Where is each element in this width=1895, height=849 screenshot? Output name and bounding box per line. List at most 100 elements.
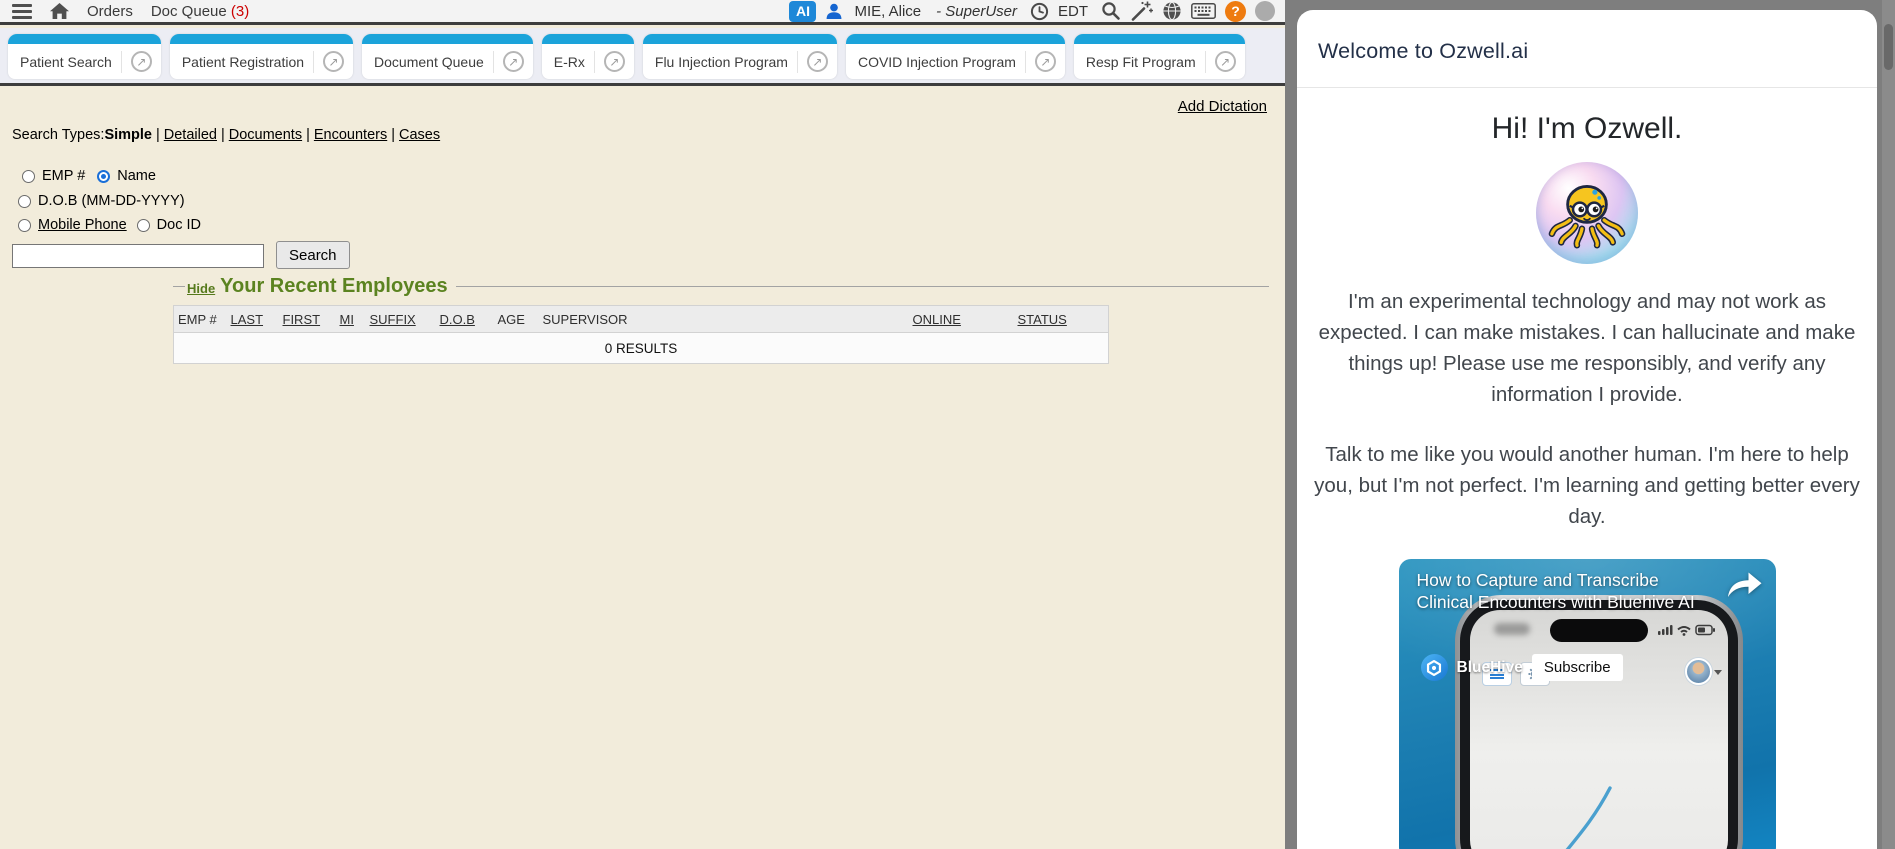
search-type-detailed[interactable]: Detailed (164, 127, 217, 143)
legend-line (173, 286, 185, 287)
radio-row-3: Mobile Phone Doc ID (18, 217, 201, 233)
keyboard-icon[interactable] (1191, 3, 1216, 19)
tab-label: E-Rx (554, 54, 585, 70)
search-icon[interactable] (1101, 1, 1121, 21)
globe-icon[interactable] (1162, 1, 1182, 21)
tab-label: Resp Fit Program (1086, 54, 1196, 70)
radio-label-dob: D.O.B (MM-DD-YYYY) (38, 193, 185, 209)
empty-results-row: 0 RESULTS (174, 333, 1109, 364)
search-type-documents[interactable]: Documents (229, 127, 302, 143)
help-icon[interactable]: ? (1225, 1, 1246, 22)
scrollbar-thumb[interactable] (1884, 24, 1893, 70)
empty-results-text: 0 RESULTS (174, 333, 1109, 364)
user-icon[interactable] (825, 3, 843, 20)
tab-accent-bar (542, 34, 634, 44)
search-input[interactable] (12, 244, 264, 268)
radio-emp-number[interactable] (22, 170, 35, 183)
search-type-encounters[interactable]: Encounters (314, 127, 387, 143)
column-dob[interactable]: D.O.B (436, 306, 494, 333)
tab-document-queue[interactable]: Document Queue↗ (362, 34, 533, 79)
tab-accent-bar (846, 34, 1065, 44)
tab-covid-injection-program[interactable]: COVID Injection Program↗ (846, 34, 1065, 79)
assistant-intro-paragraph: Talk to me like you would another human.… (1313, 439, 1861, 532)
radio-dob[interactable] (18, 195, 31, 208)
connection-status-icon[interactable] (1255, 1, 1275, 21)
ozwell-panel: Welcome to Ozwell.ai Hi! I'm Ozwell. (1297, 10, 1877, 849)
open-in-new-window-icon[interactable]: ↗ (604, 51, 625, 72)
add-dictation-link[interactable]: Add Dictation (1178, 98, 1267, 115)
bluehive-logo-icon[interactable] (1421, 654, 1448, 681)
radio-label-mobile-phone[interactable]: Mobile Phone (38, 217, 127, 233)
tab-patient-search[interactable]: Patient Search↗ (8, 34, 161, 79)
hamburger-menu-icon[interactable] (12, 4, 32, 19)
open-in-new-window-icon[interactable]: ↗ (323, 51, 344, 72)
open-in-new-window-icon[interactable]: ↗ (503, 51, 524, 72)
tab-divider (1205, 51, 1206, 73)
channel-name[interactable]: BlueHive (1457, 659, 1523, 677)
column-last[interactable]: LAST (227, 306, 279, 333)
subscribe-button[interactable]: Subscribe (1532, 654, 1623, 681)
clock-icon[interactable] (1030, 2, 1049, 21)
topbar-link-doc-queue[interactable]: Doc Queue (3) (151, 3, 249, 20)
tab-accent-bar (8, 34, 161, 44)
column-supervisor: SUPERVISOR (539, 306, 909, 333)
topbar: Orders Doc Queue (3) AI MIE, Alice - Sup… (0, 0, 1285, 25)
user-role: - SuperUser (936, 3, 1017, 20)
phone-status-icons (1658, 623, 1716, 636)
open-in-new-window-icon[interactable]: ↗ (1215, 51, 1236, 72)
tab-flu-injection-program[interactable]: Flu Injection Program↗ (643, 34, 837, 79)
panel-scrollbar[interactable] (1882, 0, 1895, 849)
recent-employees-table: EMP # LAST FIRST MI SUFFIX D.O.B AGE SUP… (173, 305, 1109, 364)
open-in-new-window-icon[interactable]: ↗ (807, 51, 828, 72)
tab-accent-bar (1074, 34, 1245, 44)
topbar-link-orders[interactable]: Orders (87, 3, 133, 20)
tab-resp-fit-program[interactable]: Resp Fit Program ↗ (1074, 34, 1245, 79)
search-types-row: Search Types:Simple|Detailed|Documents|E… (12, 127, 440, 143)
column-emp-number: EMP # (174, 306, 227, 333)
tab-divider (493, 51, 494, 73)
phone-time-blur (1494, 623, 1530, 635)
ehr-app: Orders Doc Queue (3) AI MIE, Alice - Sup… (0, 0, 1285, 849)
radio-name[interactable] (97, 170, 110, 183)
tab-divider (797, 51, 798, 73)
video-title: How to Capture and Transcribe Clinical E… (1417, 570, 1719, 613)
column-online[interactable]: ONLINE (909, 306, 1014, 333)
search-type-cases[interactable]: Cases (399, 127, 440, 143)
separator: | (302, 127, 314, 143)
tab-divider (594, 51, 595, 73)
tab-divider (121, 51, 122, 73)
doc-queue-label: Doc Queue (151, 3, 227, 20)
column-mi[interactable]: MI (336, 306, 366, 333)
column-suffix[interactable]: SUFFIX (366, 306, 436, 333)
youtube-video-embed[interactable]: How to Capture and Transcribe Clinical E… (1399, 559, 1776, 849)
ai-assistant-icon[interactable]: AI (789, 1, 816, 22)
separator: | (217, 127, 229, 143)
phone-user-avatar (1685, 658, 1712, 685)
recent-employees-legend: Hide Your Recent Employees (173, 275, 1269, 298)
phone-mockup (1455, 595, 1743, 849)
phone-screen-curve (1530, 782, 1660, 849)
tab-bar: Patient Search↗ Patient Registration↗ Do… (0, 28, 1285, 86)
share-icon[interactable] (1725, 570, 1763, 599)
hide-link[interactable]: Hide (187, 281, 215, 296)
user-name: MIE, Alice (854, 3, 921, 20)
radio-label-doc-id: Doc ID (157, 217, 201, 233)
doc-queue-count-badge: (3) (231, 3, 249, 20)
tab-accent-bar (643, 34, 837, 44)
search-button[interactable]: Search (276, 241, 350, 269)
radio-doc-id[interactable] (137, 219, 150, 232)
channel-row: BlueHive Subscribe (1421, 654, 1623, 681)
open-in-new-window-icon[interactable]: ↗ (1035, 51, 1056, 72)
radio-mobile-phone[interactable] (18, 219, 31, 232)
home-icon[interactable] (50, 3, 69, 19)
assistant-greeting: Hi! I'm Ozwell. (1297, 112, 1877, 146)
column-first[interactable]: FIRST (279, 306, 336, 333)
radio-label-name: Name (117, 168, 156, 184)
column-age: AGE (494, 306, 539, 333)
magic-wand-icon[interactable] (1130, 0, 1153, 22)
tab-e-rx[interactable]: E-Rx ↗ (542, 34, 634, 79)
tab-patient-registration[interactable]: Patient Registration↗ (170, 34, 353, 79)
column-status[interactable]: STATUS (1014, 306, 1109, 333)
open-in-new-window-icon[interactable]: ↗ (131, 51, 152, 72)
separator: | (152, 127, 164, 143)
